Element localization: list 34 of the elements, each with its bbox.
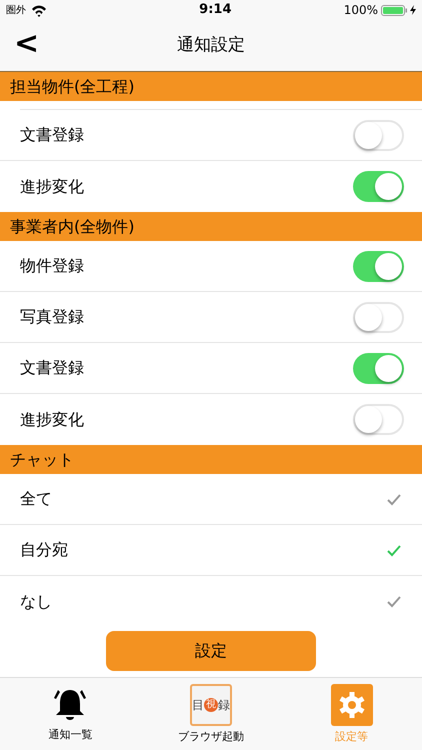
setting-label: 物件登録: [20, 255, 84, 277]
section-header: 担当物件(全工程): [0, 72, 422, 101]
screen-title: 通知設定: [177, 34, 245, 57]
toggle-switch[interactable]: [353, 302, 404, 332]
setting-label: 自分宛: [20, 539, 68, 561]
wifi-icon: [31, 4, 47, 16]
clock-text: 9:14: [199, 1, 232, 20]
section-header: チャット: [0, 445, 422, 474]
settings-icon: [330, 684, 373, 726]
setting-label: 文書登録: [20, 357, 84, 379]
setting-label: なし: [20, 590, 52, 612]
submit-button[interactable]: 設定: [106, 631, 316, 671]
section-header: 事業者内(全物件): [0, 212, 422, 241]
tab-label: 通知一覧: [48, 727, 92, 743]
setting-label: 文書登録: [20, 124, 84, 146]
toggle-switch[interactable]: [353, 171, 404, 202]
setting-label: 全て: [20, 488, 52, 510]
charging-icon: [410, 5, 416, 15]
battery-percent: 100%: [344, 2, 378, 19]
setting-label: 進捗変化: [20, 176, 84, 198]
app-logo-icon: 目 視 録: [190, 684, 232, 726]
back-button[interactable]: <: [14, 29, 40, 59]
toggle-switch[interactable]: [353, 404, 404, 435]
toggle-switch[interactable]: [353, 250, 404, 282]
tab-item[interactable]: 通知一覧: [0, 678, 141, 750]
tab-label: ブラウザ起動: [178, 729, 244, 745]
tab-label: 設定等: [335, 729, 368, 745]
setting-label: 進捗変化: [20, 408, 84, 430]
carrier-text: 圏外: [6, 4, 26, 18]
tab-item[interactable]: 目 視 録 ブラウザ起動: [140, 678, 282, 750]
toggle-switch[interactable]: [353, 352, 404, 384]
toggle-switch[interactable]: [353, 120, 404, 150]
setting-label: 写真登録: [20, 306, 84, 328]
battery-icon: [381, 4, 407, 16]
